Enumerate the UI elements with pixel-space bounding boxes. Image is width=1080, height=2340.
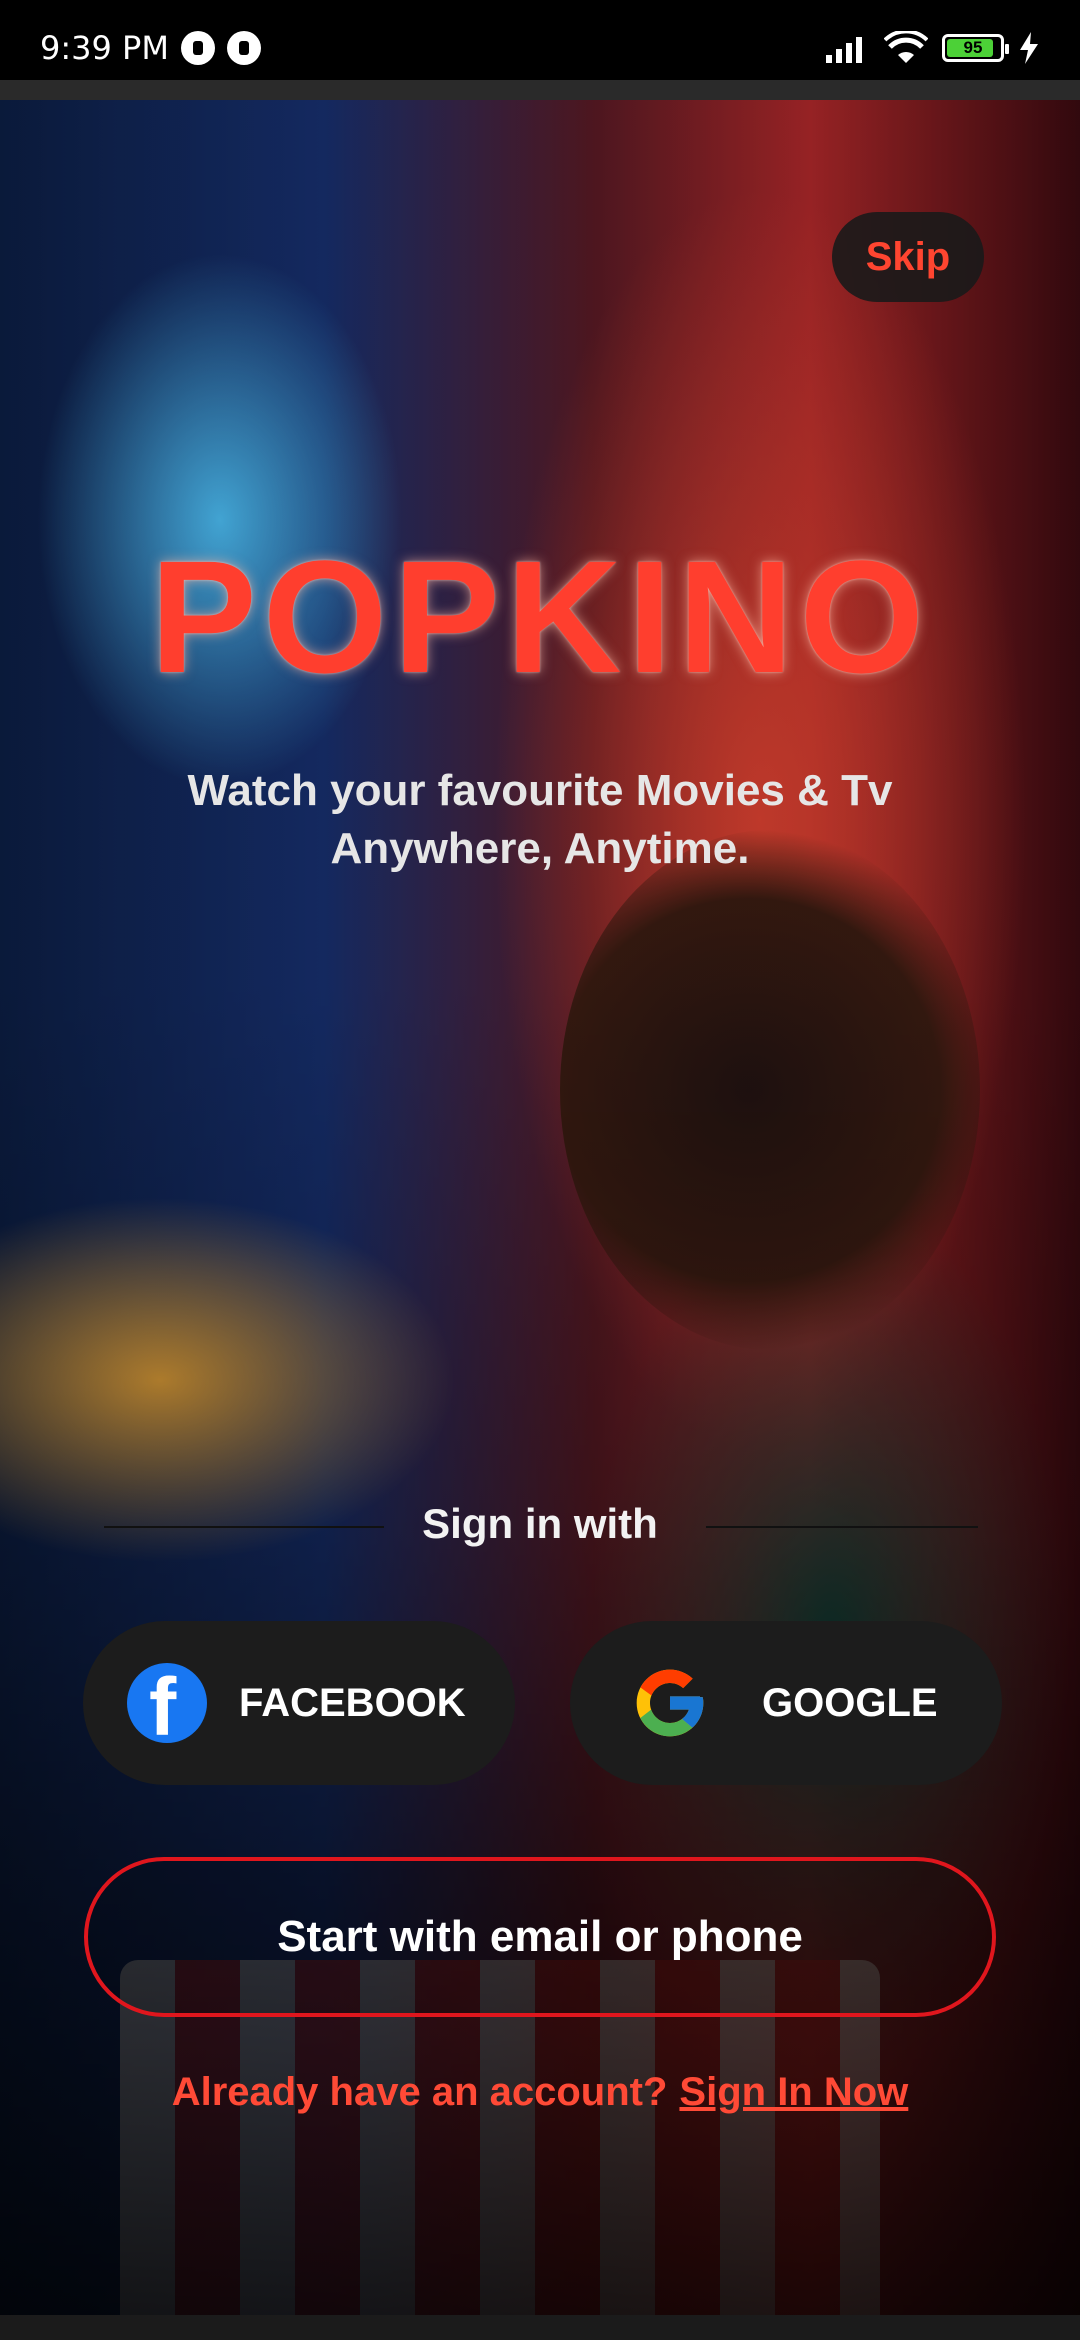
account-prompt-text: Already have an account?: [171, 2070, 668, 2114]
facebook-signin-button[interactable]: f FACEBOOK: [83, 1621, 515, 1785]
status-time: 9:39 PM: [40, 29, 169, 67]
google-icon: [636, 1669, 704, 1737]
charging-icon: [1020, 32, 1038, 64]
signin-prompt: Already have an account? Sign In Now: [0, 2070, 1080, 2115]
notification-app-icon: [226, 31, 261, 65]
google-signin-button[interactable]: GOOGLE: [570, 1621, 1002, 1785]
notification-app-icon: [180, 31, 215, 65]
divider-right: [706, 1526, 978, 1528]
email-phone-button[interactable]: Start with email or phone: [84, 1857, 996, 2017]
signal-icon: [826, 37, 862, 63]
facebook-icon: f: [127, 1663, 207, 1749]
app-logo-title: POPKINO: [150, 527, 930, 706]
battery-icon: 95: [942, 34, 1009, 62]
sign-in-now-link[interactable]: Sign In Now: [679, 2070, 908, 2114]
email-phone-label: Start with email or phone: [277, 1912, 803, 1961]
tagline: Watch your favourite Movies & Tv Anywher…: [187, 766, 893, 873]
top-divider-strip: [0, 80, 1080, 102]
skip-button[interactable]: Skip: [832, 212, 984, 302]
google-label: GOOGLE: [762, 1680, 938, 1725]
battery-level: 95: [963, 38, 983, 57]
wifi-icon: [884, 31, 928, 63]
facebook-label: FACEBOOK: [239, 1680, 466, 1725]
status-indicators: 95: [824, 31, 1040, 65]
signin-heading: Sign in with: [422, 1500, 658, 1547]
navigation-bar: [0, 2315, 1080, 2340]
